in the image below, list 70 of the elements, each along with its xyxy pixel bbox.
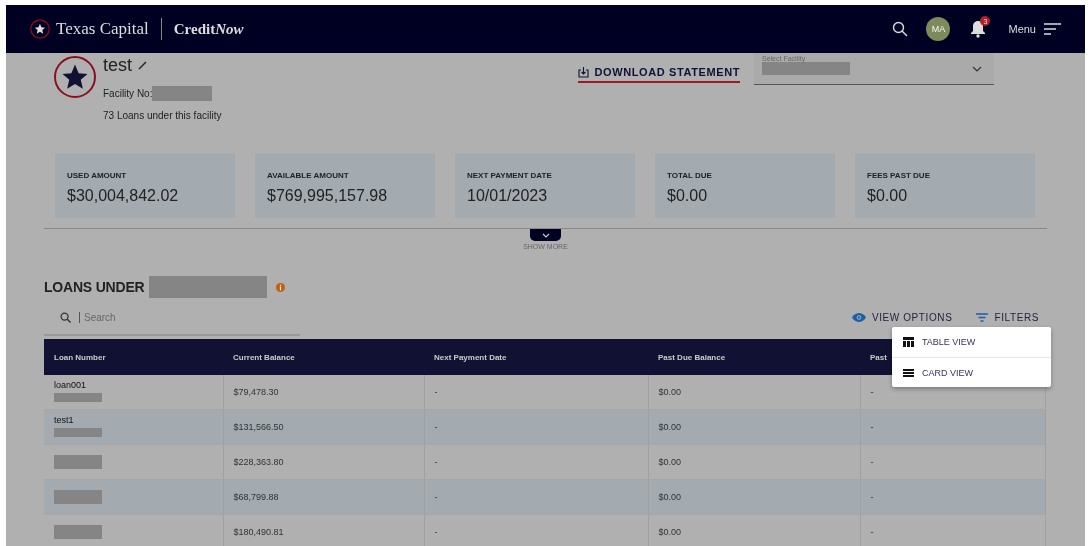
star-logo-icon: [30, 19, 50, 39]
column-header[interactable]: Loan Number: [44, 339, 223, 375]
table-cell: -: [424, 479, 648, 515]
table-cell: -: [424, 514, 648, 546]
redacted-block: [152, 86, 213, 101]
loan-number[interactable]: loan001: [54, 380, 213, 390]
eye-icon: [851, 313, 866, 322]
table-cell: -: [424, 375, 648, 410]
table-cell: $0.00: [648, 409, 860, 445]
view-options-button[interactable]: VIEW OPTIONS: [851, 312, 953, 323]
table-cell: $0.00: [648, 514, 860, 546]
card-label: NEXT PAYMENT DATE: [467, 171, 553, 180]
download-icon: [577, 66, 589, 78]
column-header[interactable]: Next Payment Date: [424, 339, 648, 375]
card-value: 10/01/2023: [467, 187, 549, 205]
table-cell: $228,363.80: [223, 444, 424, 480]
card-value: $0.00: [667, 187, 709, 205]
search-icon: [60, 312, 71, 323]
filters-button[interactable]: FILTERS: [976, 312, 1039, 323]
table-cell: -: [860, 514, 1046, 546]
info-icon[interactable]: [276, 282, 286, 292]
table-cell: -: [860, 444, 1046, 480]
table-cell: -: [424, 409, 648, 445]
search-field[interactable]: Search: [79, 312, 284, 323]
facility-name: test: [103, 55, 132, 76]
search-icon[interactable]: [892, 21, 909, 37]
redacted-block: [54, 428, 102, 437]
redacted-block: [54, 490, 102, 504]
chevron-down-icon: [541, 232, 550, 238]
brand-name: Texas Capital: [56, 19, 149, 39]
table-cell: $131,566.50: [223, 409, 424, 445]
table-cell: -: [860, 479, 1046, 515]
list-lines-icon: [903, 368, 914, 377]
product-name: CreditNow: [173, 20, 244, 38]
show-more-button[interactable]: [530, 229, 561, 241]
redacted-block: [54, 525, 102, 539]
card-value: $30,004,842.02: [67, 187, 180, 205]
table-cell: $0.00: [648, 375, 860, 410]
card-label: TOTAL DUE: [667, 171, 713, 180]
table-cell: $0.00: [648, 444, 860, 480]
table-cell: $180,490.81: [223, 514, 424, 546]
loans-count-text: 73 Loans under this facility: [103, 110, 222, 121]
edit-pencil-icon[interactable]: [138, 61, 147, 70]
card-label: AVAILABLE AMOUNT: [267, 171, 350, 180]
loan-number[interactable]: test1: [54, 415, 213, 425]
section-title: LOANS UNDER: [44, 279, 145, 295]
table-cell: $68,799.88: [223, 479, 424, 515]
menu-button[interactable]: Menu: [1008, 23, 1061, 35]
column-header[interactable]: Past Due Balance: [648, 339, 860, 375]
table-cell: $79,478.30: [223, 375, 424, 410]
download-statement-link[interactable]: DOWNLOAD STATEMENT: [577, 65, 740, 83]
facility-number-label: Facility No:: [103, 88, 153, 99]
table-icon: [903, 337, 914, 347]
card-value: $0.00: [867, 187, 909, 205]
redacted-block: [54, 455, 102, 469]
table-cell: -: [424, 444, 648, 480]
card-value: $769,995,157.98: [267, 187, 389, 205]
card-label: FEES PAST DUE: [867, 171, 931, 180]
filter-icon: [976, 313, 989, 322]
star-emblem-icon: [54, 56, 96, 98]
menu-item[interactable]: CARD VIEW: [892, 357, 1051, 387]
user-avatar[interactable]: MA: [926, 17, 951, 41]
menu-icon: [1044, 23, 1061, 35]
table-cell: -: [860, 409, 1046, 445]
column-header[interactable]: Current Balance: [223, 339, 424, 375]
menu-item[interactable]: TABLE VIEW: [892, 327, 1051, 357]
redacted-block: [54, 393, 102, 402]
table-cell: $0.00: [648, 479, 860, 515]
card-label: USED AMOUNT: [67, 171, 128, 180]
chevron-down-icon: [972, 66, 982, 72]
